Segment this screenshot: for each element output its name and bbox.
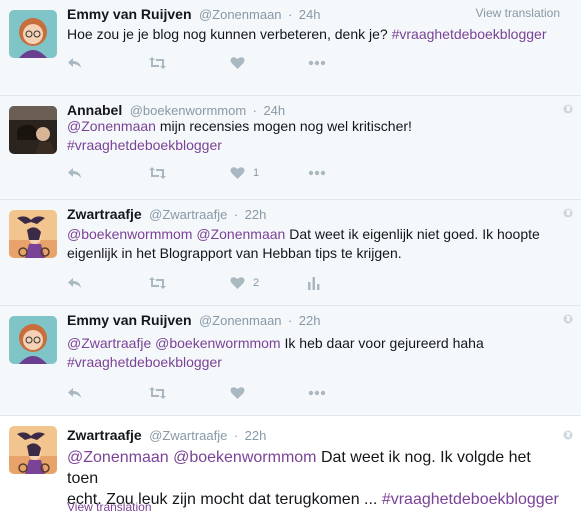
reply-button[interactable] bbox=[67, 164, 83, 182]
retweet-icon bbox=[149, 387, 166, 399]
reply-icon bbox=[68, 278, 81, 288]
author-handle[interactable]: @Zwartraafje bbox=[149, 428, 227, 443]
retweet-icon bbox=[149, 57, 166, 69]
view-translation-link[interactable]: View translation bbox=[476, 6, 561, 20]
hashtag-link[interactable]: #vraaghetdeboekblogger bbox=[67, 354, 222, 370]
reply-button[interactable] bbox=[67, 274, 83, 292]
more-icon bbox=[308, 60, 326, 66]
mention-link[interactable]: @boekenwormmom bbox=[155, 335, 280, 351]
hashtag-link[interactable]: #vraaghetdeboekblogger bbox=[392, 26, 547, 42]
like-icon bbox=[230, 277, 245, 289]
tweet[interactable]: Emmy van Ruijven @Zonenmaan · 22h @Zwart… bbox=[0, 306, 581, 416]
like-button[interactable] bbox=[230, 54, 253, 72]
tweet-time[interactable]: 22h bbox=[299, 313, 321, 328]
tweet-text: @boekenwormmom @Zonenmaan Dat weet ik ei… bbox=[67, 226, 540, 261]
tweet[interactable]: Annabel @boekenwormmom · 24h @Zonenmaan … bbox=[0, 96, 581, 200]
separator-dot: · bbox=[287, 7, 293, 22]
avatar[interactable] bbox=[9, 316, 57, 364]
like-button[interactable] bbox=[230, 384, 253, 402]
retweet-button[interactable] bbox=[148, 164, 167, 182]
more-icon bbox=[308, 170, 326, 176]
like-button[interactable]: 2 bbox=[230, 274, 259, 292]
reply-icon bbox=[68, 168, 81, 178]
retweet-button[interactable] bbox=[148, 384, 167, 402]
author-name[interactable]: Zwartraafje bbox=[67, 427, 142, 443]
tweet[interactable]: Emmy van Ruijven @Zonenmaan · 24h View t… bbox=[0, 0, 581, 96]
separator-dot: · bbox=[252, 103, 257, 118]
retweet-button[interactable] bbox=[148, 274, 167, 292]
mention-link[interactable]: @Zwartraafje bbox=[67, 335, 151, 351]
globe-icon bbox=[563, 208, 573, 218]
mention-link[interactable]: @boekenwormmom bbox=[67, 226, 192, 242]
avatar[interactable] bbox=[9, 210, 57, 258]
like-count: 2 bbox=[253, 277, 260, 289]
reply-button[interactable] bbox=[67, 384, 83, 402]
more-icon bbox=[308, 390, 326, 396]
author-name[interactable]: Annabel bbox=[67, 102, 122, 118]
reply-icon bbox=[68, 58, 81, 68]
tweet-text: @Zwartraafje @boekenwormmom Ik heb daar … bbox=[67, 335, 484, 370]
globe-icon bbox=[563, 430, 573, 440]
more-button[interactable] bbox=[308, 384, 326, 402]
retweet-icon bbox=[149, 167, 166, 179]
tweet-time[interactable]: 22h bbox=[245, 428, 267, 443]
more-button[interactable] bbox=[308, 54, 326, 72]
like-count: 1 bbox=[253, 167, 260, 179]
author-name[interactable]: Emmy van Ruijven bbox=[67, 6, 192, 22]
retweet-button[interactable] bbox=[148, 54, 167, 72]
view-translation-link[interactable]: View translation bbox=[67, 500, 152, 514]
like-button[interactable]: 1 bbox=[230, 164, 259, 182]
mention-link[interactable]: @Zonenmaan bbox=[196, 226, 285, 242]
reply-button[interactable] bbox=[67, 54, 83, 72]
separator-dot: · bbox=[233, 428, 239, 443]
author-handle[interactable]: @Zonenmaan bbox=[199, 7, 282, 22]
like-icon bbox=[230, 387, 245, 399]
author-handle[interactable]: @Zonenmaan bbox=[199, 313, 282, 328]
author-handle[interactable]: @Zwartraafje bbox=[149, 207, 227, 222]
hashtag-link[interactable]: #vraaghetdeboekblogger bbox=[67, 137, 222, 153]
analytics-icon bbox=[308, 277, 320, 290]
author-handle[interactable]: @boekenwormmom bbox=[130, 103, 247, 118]
more-button[interactable] bbox=[308, 164, 326, 182]
avatar[interactable] bbox=[9, 10, 57, 58]
tweet[interactable]: Zwartraafje @Zwartraafje · 22h @boekenwo… bbox=[0, 200, 581, 306]
like-icon bbox=[230, 167, 245, 179]
tweet-text: Hoe zou je je blog nog kunnen verbeteren… bbox=[67, 26, 547, 42]
mention-link[interactable]: @Zonenmaan bbox=[67, 449, 169, 466]
globe-icon bbox=[563, 104, 573, 114]
reply-icon bbox=[68, 388, 81, 398]
author-name[interactable]: Emmy van Ruijven bbox=[67, 312, 192, 328]
tweet-time[interactable]: 22h bbox=[245, 207, 267, 222]
avatar[interactable] bbox=[9, 426, 57, 474]
tweet-time[interactable]: 24h bbox=[299, 7, 321, 22]
retweet-icon bbox=[149, 277, 166, 289]
mention-link[interactable]: @boekenwormmom bbox=[173, 449, 316, 466]
tweet-text: @Zonenmaan mijn recensies mogen nog wel … bbox=[67, 118, 412, 153]
like-icon bbox=[230, 57, 245, 69]
mention-link[interactable]: @Zonenmaan bbox=[67, 118, 156, 134]
avatar[interactable] bbox=[9, 106, 57, 154]
author-name[interactable]: Zwartraafje bbox=[67, 206, 142, 222]
separator-dot: · bbox=[287, 313, 293, 328]
separator-dot: · bbox=[233, 207, 239, 222]
hashtag-link[interactable]: #vraaghetdeboekblogger bbox=[382, 491, 559, 508]
tweet-time[interactable]: 24h bbox=[263, 103, 285, 118]
globe-icon bbox=[563, 314, 573, 324]
analytics-button[interactable] bbox=[308, 274, 320, 292]
tweet-expanded[interactable]: Zwartraafje @Zwartraafje · 22h @Zonenmaa… bbox=[0, 416, 581, 516]
